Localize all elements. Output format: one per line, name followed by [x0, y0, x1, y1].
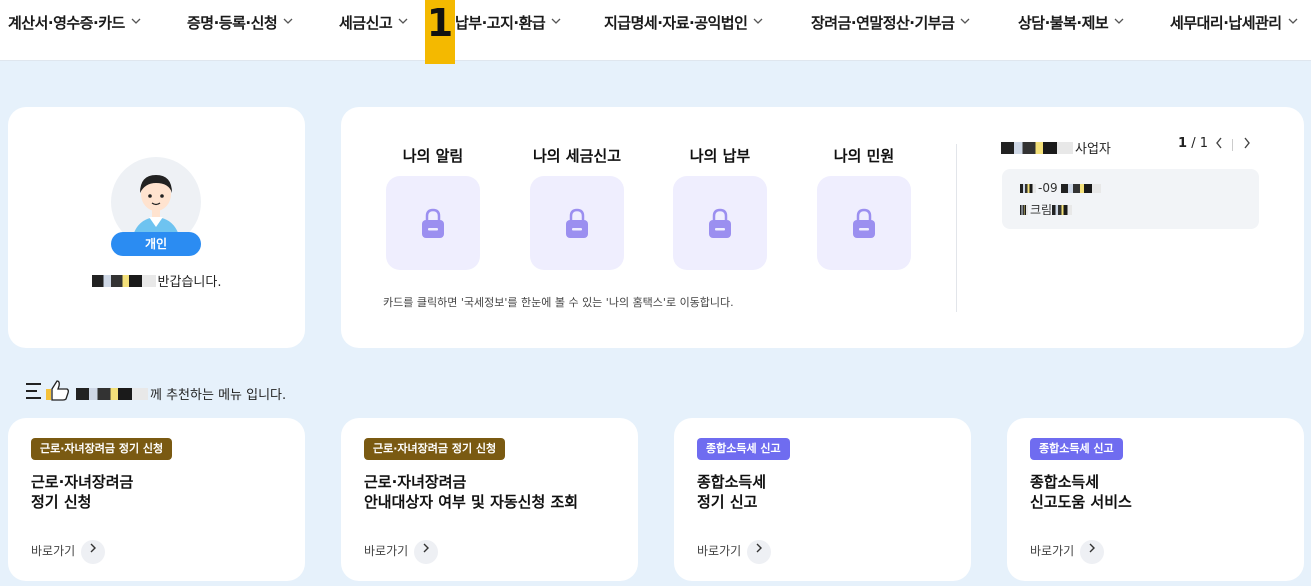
service-note: 카드를 클릭하면 '국세정보'를 한눈에 볼 수 있는 '나의 홈택스'로 이동… — [383, 296, 734, 309]
pager-current: 1 — [1178, 136, 1188, 151]
nav-label: 장려금·연말정산·기부금 — [811, 14, 955, 32]
chevron-right-icon — [1089, 543, 1095, 553]
shortcut-arrow-button[interactable] — [414, 540, 438, 564]
business-pager: 1 / 1 — [1178, 136, 1208, 151]
recommend-heading: 께 추천하는 메뉴 입니다. — [76, 384, 286, 403]
recommend-card-4[interactable]: 종합소득세 신고 종합소득세 신고도움 서비스 바로가기 — [1007, 418, 1304, 581]
recommend-card-title: 종합소득세 신고도움 서비스 — [1030, 473, 1132, 511]
nav-label: 지급명세·자료·공익법인 — [604, 14, 748, 32]
chevron-left-icon — [1216, 137, 1222, 149]
shortcut-link[interactable]: 바로가기 — [1030, 542, 1074, 559]
chevron-down-icon — [960, 18, 970, 24]
business-info-box[interactable]: -09 크림 — [1002, 169, 1259, 229]
recommend-card-title: 근로·자녀장려금 정기 신청 — [31, 473, 134, 511]
profile-card: 개인 반갑습니다. — [8, 107, 305, 348]
nav-item-payment-statement[interactable]: 지급명세·자료·공익법인 — [604, 12, 763, 34]
pager-total: / 1 — [1191, 136, 1208, 151]
masked-number-prefix — [1020, 184, 1036, 193]
tile-my-petition[interactable] — [817, 176, 911, 270]
chevron-down-icon — [283, 18, 293, 24]
user-type-badge: 개인 — [111, 232, 201, 256]
masked-name-suffix — [1052, 205, 1073, 215]
lock-icon — [422, 208, 444, 238]
top-navigation: 계산서·영수증·카드 증명·등록·신청 세금신고 납부·고지·환급 지급명세·자… — [0, 0, 1311, 61]
shortcut-arrow-button[interactable] — [1080, 540, 1104, 564]
pager-separator — [1232, 139, 1233, 151]
nav-item-incentive[interactable]: 장려금·연말정산·기부금 — [811, 12, 970, 34]
category-tag: 종합소득세 신고 — [1030, 438, 1123, 460]
greeting-text: 반갑습니다. — [8, 271, 305, 290]
category-tag: 근로·자녀장려금 정기 신청 — [364, 438, 506, 460]
business-label-text: 사업자 — [1075, 142, 1111, 157]
tile-title-petition: 나의 민원 — [833, 147, 895, 165]
chevron-right-icon — [423, 543, 429, 553]
chevron-down-icon — [1114, 18, 1124, 24]
recommend-card-2[interactable]: 근로·자녀장려금 정기 신청 근로·자녀장려금 안내대상자 여부 및 자동신청 … — [341, 418, 638, 581]
masked-user-name — [91, 275, 156, 287]
chevron-right-icon — [756, 543, 762, 553]
chevron-down-icon — [131, 18, 141, 24]
nav-item-invoice[interactable]: 계산서·영수증·카드 — [8, 12, 141, 34]
lock-icon — [853, 208, 875, 238]
shortcut-link[interactable]: 바로가기 — [364, 542, 408, 559]
chevron-down-icon — [551, 18, 561, 24]
masked-user-name — [76, 388, 148, 400]
business-name: 크림 — [1020, 201, 1074, 218]
chevron-right-icon — [1244, 137, 1250, 149]
nav-label: 세금신고 — [339, 14, 393, 32]
recommend-card-title: 근로·자녀장려금 안내대상자 여부 및 자동신청 조회 — [364, 473, 579, 511]
chevron-down-icon — [398, 18, 408, 24]
business-name-text: 크림 — [1030, 203, 1053, 217]
lock-icon — [709, 208, 731, 238]
business-number: -09 — [1020, 181, 1103, 195]
recommend-heading-suffix: 께 추천하는 메뉴 입니다. — [150, 388, 287, 403]
tile-my-payment[interactable] — [673, 176, 767, 270]
chevron-right-icon — [90, 543, 96, 553]
category-tag: 근로·자녀장려금 정기 신청 — [31, 438, 173, 460]
recommend-card-3[interactable]: 종합소득세 신고 종합소득세 정기 신고 바로가기 — [674, 418, 971, 581]
masked-name-prefix — [1020, 205, 1028, 215]
business-number-text: -09 — [1038, 181, 1058, 195]
tile-my-tax-return[interactable] — [530, 176, 624, 270]
recommend-card-title: 종합소득세 정기 신고 — [697, 473, 767, 511]
nav-item-certificate[interactable]: 증명·등록·신청 — [187, 12, 293, 34]
nav-item-tax-return[interactable]: 세금신고 — [339, 12, 408, 34]
nav-label: 세무대리·납세관리 — [1170, 14, 1282, 32]
recommend-thumbs-up-icon — [26, 380, 69, 401]
divider — [956, 144, 957, 312]
lock-icon — [566, 208, 588, 238]
shortcut-arrow-button[interactable] — [747, 540, 771, 564]
greeting-suffix: 반갑습니다. — [157, 275, 222, 290]
recommend-card-1[interactable]: 근로·자녀장려금 정기 신청 근로·자녀장려금 정기 신청 바로가기 — [8, 418, 305, 581]
nav-label: 상담·불복·제보 — [1018, 14, 1109, 32]
chevron-down-icon — [1288, 18, 1298, 24]
nav-item-consult[interactable]: 상담·불복·제보 — [1018, 12, 1124, 34]
chevron-down-icon — [753, 18, 763, 24]
prev-page-button[interactable] — [1212, 136, 1226, 152]
tile-my-alerts[interactable] — [386, 176, 480, 270]
tile-title-payment: 나의 납부 — [689, 147, 751, 165]
masked-business-name — [1001, 142, 1073, 154]
nav-label: 계산서·영수증·카드 — [8, 14, 125, 32]
shortcut-arrow-button[interactable] — [81, 540, 105, 564]
shortcut-link[interactable]: 바로가기 — [31, 542, 75, 559]
tile-title-alerts: 나의 알림 — [402, 147, 464, 165]
next-page-button[interactable] — [1240, 136, 1254, 152]
my-service-card: 나의 알림 나의 세금신고 나의 납부 나의 민원 카드를 클릭하면 '국세정보… — [341, 107, 1304, 348]
tile-title-tax-return: 나의 세금신고 — [532, 147, 622, 165]
nav-item-tax-agent[interactable]: 세무대리·납세관리 — [1170, 12, 1298, 34]
nav-label: 증명·등록·신청 — [187, 14, 278, 32]
category-tag: 종합소득세 신고 — [697, 438, 790, 460]
step-number-badge: 1 — [425, 0, 455, 64]
nav-label: 납부·고지·환급 — [455, 14, 546, 32]
business-label: 사업자 — [1001, 138, 1111, 157]
nav-item-payment[interactable]: 납부·고지·환급 — [455, 12, 561, 34]
shortcut-link[interactable]: 바로가기 — [697, 542, 741, 559]
masked-number-suffix — [1061, 184, 1102, 193]
